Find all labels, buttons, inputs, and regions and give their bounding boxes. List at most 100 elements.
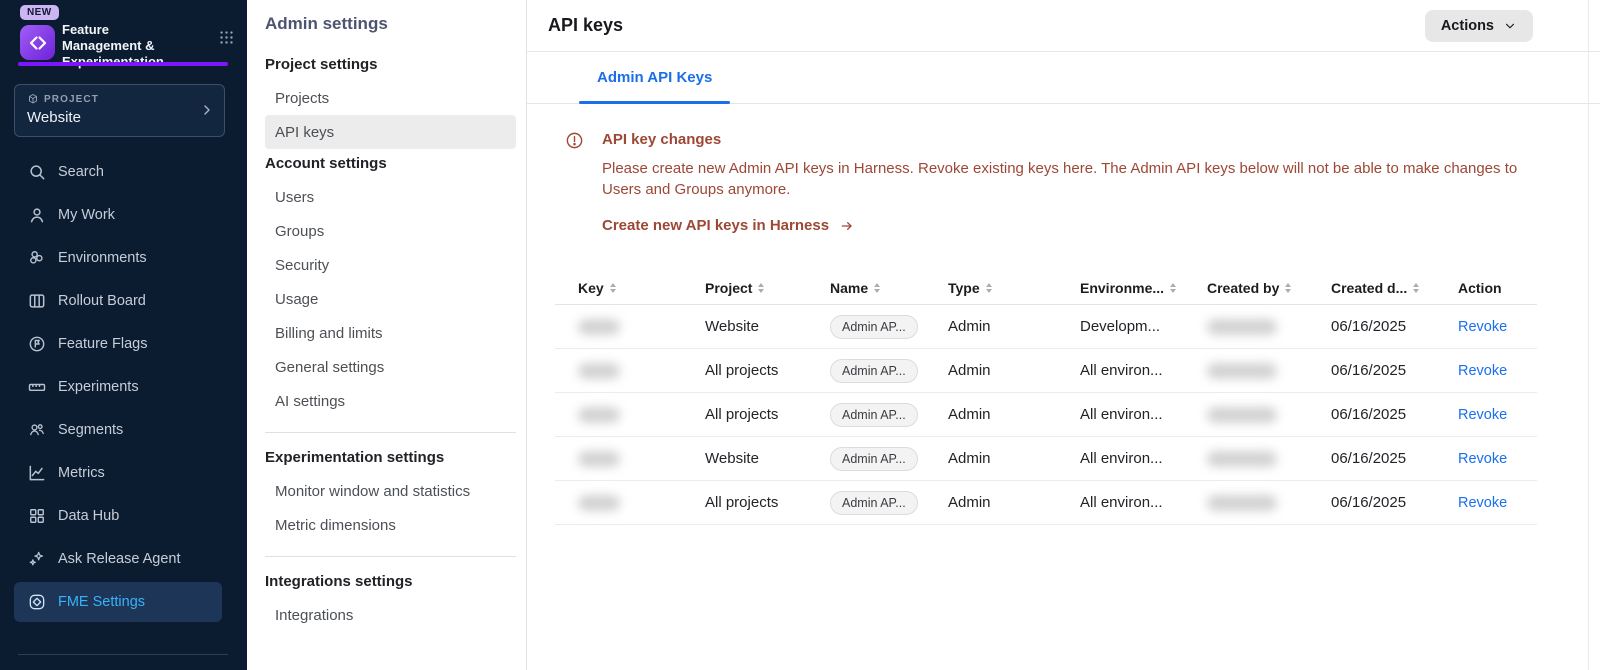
sort-icon	[874, 283, 880, 293]
sidebar-item[interactable]: Search	[14, 152, 222, 192]
split-logo-icon	[20, 25, 55, 60]
table-row: All projects Admin AP... Admin All envir…	[555, 393, 1537, 437]
table-column-header[interactable]: Created d...	[1331, 280, 1458, 296]
created-by-cell	[1207, 407, 1331, 423]
project-selector[interactable]: PROJECT Website	[14, 84, 225, 137]
tab-bar: Admin API Keys	[527, 52, 1600, 104]
chevron-right-icon	[199, 102, 215, 118]
sidebar-item-icon	[27, 420, 47, 440]
table-column-header[interactable]: Created by	[1207, 280, 1331, 296]
table-column-header[interactable]: Project	[705, 280, 830, 296]
sidebar-item[interactable]: Environments	[14, 238, 222, 278]
sidebar-item-icon	[27, 162, 47, 182]
name-cell: Admin AP...	[830, 447, 948, 471]
arrow-right-icon	[839, 218, 855, 234]
redacted-key	[578, 319, 620, 335]
table-header-row: Key Project Name Type	[555, 271, 1537, 305]
revoke-link[interactable]: Revoke	[1458, 319, 1507, 335]
sort-icon	[986, 283, 992, 293]
table-column-header[interactable]: Type	[948, 280, 1080, 296]
settings-section-header: Integrations settings	[265, 573, 516, 590]
sidebar-item[interactable]: Segments	[14, 410, 222, 450]
app-sidebar: NEW Feature Management & Experimentation…	[0, 0, 247, 670]
environment-cell: All environ...	[1080, 406, 1207, 423]
sidebar-item[interactable]: Rollout Board	[14, 281, 222, 321]
chevron-down-icon	[1503, 19, 1517, 33]
redacted-key	[578, 451, 620, 467]
key-cell	[578, 319, 705, 335]
created-by-cell	[1207, 495, 1331, 511]
type-cell: Admin	[948, 406, 1080, 423]
create-api-keys-link[interactable]: Create new API keys in Harness	[602, 217, 855, 234]
sidebar-item[interactable]: Data Hub	[14, 496, 222, 536]
type-cell: Admin	[948, 494, 1080, 511]
project-cell: Website	[705, 318, 830, 335]
table-column-header[interactable]: Key	[578, 280, 705, 296]
key-cell	[578, 363, 705, 379]
created-by-cell	[1207, 363, 1331, 379]
settings-nav-item[interactable]: API keys	[265, 115, 516, 149]
sidebar-item[interactable]: Metrics	[14, 453, 222, 493]
environment-cell: All environ...	[1080, 362, 1207, 379]
cube-icon	[27, 93, 39, 105]
project-cell: All projects	[705, 494, 830, 511]
revoke-link[interactable]: Revoke	[1458, 363, 1507, 379]
name-cell: Admin AP...	[830, 491, 948, 515]
table-column-header[interactable]: Environme...	[1080, 280, 1207, 296]
settings-nav-item[interactable]: Usage	[265, 282, 516, 316]
table-column-header[interactable]: Action	[1458, 280, 1537, 296]
settings-nav-item[interactable]: Monitor window and statistics	[265, 474, 516, 508]
table-column-header[interactable]: Name	[830, 280, 948, 296]
sidebar-item[interactable]: Ask Release Agent	[14, 539, 222, 579]
name-pill: Admin AP...	[830, 315, 918, 339]
environment-cell: All environ...	[1080, 494, 1207, 511]
sidebar-item-label: My Work	[58, 207, 115, 223]
revoke-link[interactable]: Revoke	[1458, 495, 1507, 511]
sidebar-item[interactable]: My Work	[14, 195, 222, 235]
tab-admin-api-keys[interactable]: Admin API Keys	[579, 52, 730, 103]
settings-nav-item[interactable]: General settings	[265, 350, 516, 384]
sidebar-item-label: Feature Flags	[58, 336, 147, 352]
app-launcher-icon[interactable]	[218, 29, 235, 46]
project-selector-label: PROJECT	[44, 94, 99, 105]
alert-icon	[565, 131, 584, 150]
actions-button[interactable]: Actions	[1425, 10, 1533, 42]
settings-nav-item[interactable]: AI settings	[265, 384, 516, 418]
name-cell: Admin AP...	[830, 359, 948, 383]
revoke-link[interactable]: Revoke	[1458, 451, 1507, 467]
name-pill: Admin AP...	[830, 447, 918, 471]
page-title: API keys	[548, 15, 1425, 36]
table-row: Website Admin AP... Admin Developm... 06…	[555, 305, 1537, 349]
redacted-key	[578, 363, 620, 379]
sidebar-item[interactable]: Experiments	[14, 367, 222, 407]
settings-section-account: Account settings Users Groups Security U…	[265, 155, 516, 418]
project-cell: Website	[705, 450, 830, 467]
brand-accent-bar	[18, 62, 228, 66]
settings-nav-item[interactable]: Users	[265, 180, 516, 214]
redacted-created-by	[1207, 451, 1277, 467]
settings-nav-item[interactable]: Integrations	[265, 598, 516, 632]
sidebar-item-label: Metrics	[58, 465, 105, 481]
redacted-created-by	[1207, 319, 1277, 335]
settings-nav-item[interactable]: Groups	[265, 214, 516, 248]
name-cell: Admin AP...	[830, 315, 948, 339]
created-date-cell: 06/16/2025	[1331, 406, 1458, 423]
settings-nav-item[interactable]: Metric dimensions	[265, 508, 516, 542]
type-cell: Admin	[948, 362, 1080, 379]
sidebar-item-icon	[27, 463, 47, 483]
settings-nav-item[interactable]: Billing and limits	[265, 316, 516, 350]
settings-nav-item[interactable]: Security	[265, 248, 516, 282]
sidebar-item[interactable]: Feature Flags	[14, 324, 222, 364]
sidebar-item-icon	[27, 334, 47, 354]
project-cell: All projects	[705, 406, 830, 423]
settings-nav-item[interactable]: Projects	[265, 81, 516, 115]
table-row: Website Admin AP... Admin All environ...…	[555, 437, 1537, 481]
name-cell: Admin AP...	[830, 403, 948, 427]
revoke-link[interactable]: Revoke	[1458, 407, 1507, 423]
sidebar-item-icon	[27, 549, 47, 569]
settings-section-header: Account settings	[265, 155, 516, 172]
sort-icon	[1285, 283, 1291, 293]
sidebar-item[interactable]: FME Settings	[14, 582, 222, 622]
sidebar-divider	[18, 654, 228, 655]
sidebar-item-icon	[27, 248, 47, 268]
